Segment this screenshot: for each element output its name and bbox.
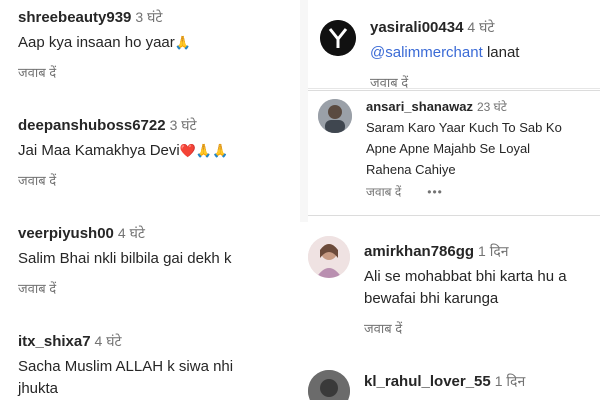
reply-button[interactable]: जवाब दें [366, 185, 401, 199]
comment-username[interactable]: shreebeauty939 [18, 9, 131, 26]
reply-button[interactable]: जवाब दें [370, 73, 519, 88]
right-top-comment-panel: yasirali00434 4 घंटे @salimmerchant lanat… [308, 0, 600, 89]
reply-button[interactable]: जवाब दें [18, 63, 191, 81]
comment-3: veerpiyush00 4 घंटे Salim Bhai nkli bilbi… [18, 224, 231, 297]
comment-time: 1 दिन [494, 373, 526, 389]
comment: ansari_shanawaz 23 घंटे Saram Karo Yaar K… [366, 98, 562, 200]
comment-text: Jai Maa Kamakhya Devi [18, 142, 180, 159]
comment-4: itx_shixa7 4 घंटे Sacha Muslim ALLAH k si… [18, 332, 233, 399]
comment-text-line2: bewafai bhi karunga [364, 290, 499, 307]
reply-button[interactable]: जवाब दें [18, 279, 231, 297]
avatar[interactable] [308, 236, 350, 278]
comment-text-line1: Sacha Muslim ALLAH k siwa nhi [18, 358, 234, 375]
comment-2: deepanshuboss6722 3 घंटे Jai Maa Kamakhya… [18, 116, 228, 189]
comment: amirkhan786gg 1 दिन Ali se mohabbat bhi k… [364, 242, 567, 337]
comment-1: shreebeauty939 3 घंटे Aap kya insaan ho y… [18, 8, 191, 81]
avatar[interactable] [308, 370, 350, 400]
avatar[interactable] [318, 99, 352, 133]
comment-username[interactable]: kl_rahul_lover_55 [364, 373, 491, 390]
right-bottom-comments-panel: amirkhan786gg 1 दिन Ali se mohabbat bhi k… [300, 222, 600, 400]
comment: yasirali00434 4 घंटे @salimmerchant lanat… [370, 18, 520, 88]
profile-photo-icon [308, 236, 350, 278]
comment-text-line2: Apne Apne Majahb Se Loyal [366, 141, 531, 156]
comment-text-line1: Ali se mohabbat bhi karta hu a [364, 268, 567, 285]
comment-username[interactable]: amirkhan786gg [364, 243, 474, 260]
comment-time: 4 घंटे [467, 19, 495, 35]
comment-username[interactable]: itx_shixa7 [18, 333, 91, 350]
comment-username[interactable]: ansari_shanawaz [366, 99, 473, 114]
comment-time: 4 घंटे [117, 225, 145, 241]
more-options-icon[interactable]: ••• [427, 185, 443, 199]
left-comments-panel: shreebeauty939 3 घंटे Aap kya insaan ho y… [0, 0, 300, 400]
comment-username[interactable]: deepanshuboss6722 [18, 117, 166, 134]
y-logo-icon [320, 20, 356, 56]
comment-time: 4 घंटे [94, 333, 122, 349]
heart-pray-emoji-icon: ❤️🙏🙏 [179, 143, 229, 158]
avatar[interactable] [320, 20, 356, 56]
comment-username[interactable]: veerpiyush00 [18, 225, 114, 242]
profile-photo-icon [318, 99, 352, 133]
comment-time: 3 घंटे [169, 117, 197, 133]
comment-text-line3: Rahena Cahiye [366, 162, 456, 177]
comment-time: 1 दिन [478, 243, 509, 259]
comment-time: 23 घंटे [476, 100, 507, 114]
comment-text-line1: Saram Karo Yaar Kuch To Sab Ko [366, 120, 562, 135]
comment-text: lanat [486, 44, 520, 61]
profile-photo-icon [308, 370, 350, 400]
comment-username[interactable]: yasirali00434 [370, 19, 463, 36]
pray-emoji-icon: 🙏 [174, 35, 191, 50]
comment-time: 3 घंटे [135, 9, 163, 25]
reply-button[interactable]: जवाब दें [18, 171, 228, 189]
panel-gap [300, 0, 308, 222]
mention-link[interactable]: @salimmerchant [370, 44, 483, 61]
reply-button[interactable]: जवाब दें [364, 319, 567, 337]
right-middle-comment-panel: ansari_shanawaz 23 घंटे Saram Karo Yaar K… [308, 90, 600, 216]
comment: kl_rahul_lover_55 1 दिन [364, 372, 525, 391]
comment-text: Aap kya insaan ho yaar [18, 34, 175, 51]
comment-text: Salim Bhai nkli bilbila gai dekh k [18, 250, 232, 267]
comment-text-line2: jhukta [18, 380, 59, 397]
